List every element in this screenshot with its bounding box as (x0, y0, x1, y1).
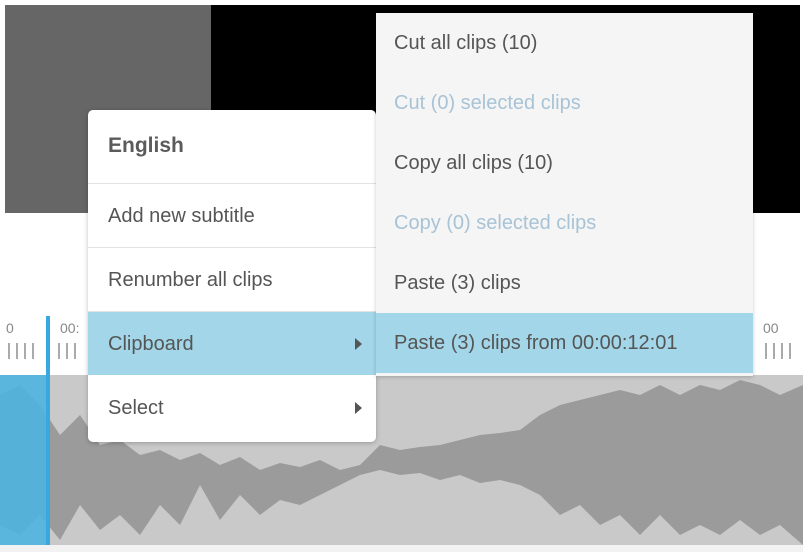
submenu-arrow-icon (355, 338, 362, 350)
submenu-arrow-icon (355, 402, 362, 414)
time-label: 0 (6, 320, 14, 336)
timeline-bottom (0, 545, 803, 552)
ruler-ticks (8, 343, 40, 359)
submenu-item-label: Paste (3) clips (394, 272, 521, 294)
ruler-ticks (58, 343, 82, 359)
time-label: 00 (763, 320, 779, 336)
submenu-item-paste-from-time[interactable]: Paste (3) clips from 00:00:12:01 (376, 313, 753, 373)
clipboard-submenu: Cut all clips (10) Cut (0) selected clip… (376, 13, 753, 376)
menu-item-label: Add new subtitle (108, 205, 255, 227)
submenu-item-paste[interactable]: Paste (3) clips (376, 253, 753, 313)
submenu-item-label: Cut all clips (10) (394, 32, 538, 54)
menu-item-renumber-all-clips[interactable]: Renumber all clips (88, 248, 376, 312)
menu-header-language: English (88, 110, 376, 184)
context-menu: English Add new subtitle Renumber all cl… (88, 110, 376, 442)
time-label: 00: (60, 320, 80, 336)
submenu-item-label: Copy (0) selected clips (394, 212, 597, 234)
menu-item-add-new-subtitle[interactable]: Add new subtitle (88, 184, 376, 248)
submenu-item-copy-all[interactable]: Copy all clips (10) (376, 133, 753, 193)
submenu-item-label: Copy all clips (10) (394, 152, 553, 174)
submenu-item-cut-all[interactable]: Cut all clips (10) (376, 13, 753, 73)
submenu-item-label: Paste (3) clips from 00:00:12:01 (394, 332, 678, 354)
submenu-item-copy-selected: Copy (0) selected clips (376, 193, 753, 253)
submenu-item-cut-selected: Cut (0) selected clips (376, 73, 753, 133)
selected-region[interactable] (0, 375, 48, 545)
menu-item-label: Renumber all clips (108, 269, 273, 291)
menu-item-label: Clipboard (108, 333, 194, 355)
ruler-ticks (765, 343, 797, 359)
menu-item-label: Select (108, 397, 164, 419)
menu-item-select[interactable]: Select (88, 376, 376, 440)
menu-item-clipboard[interactable]: Clipboard (88, 312, 376, 376)
submenu-item-label: Cut (0) selected clips (394, 92, 581, 114)
playhead[interactable] (46, 316, 50, 548)
